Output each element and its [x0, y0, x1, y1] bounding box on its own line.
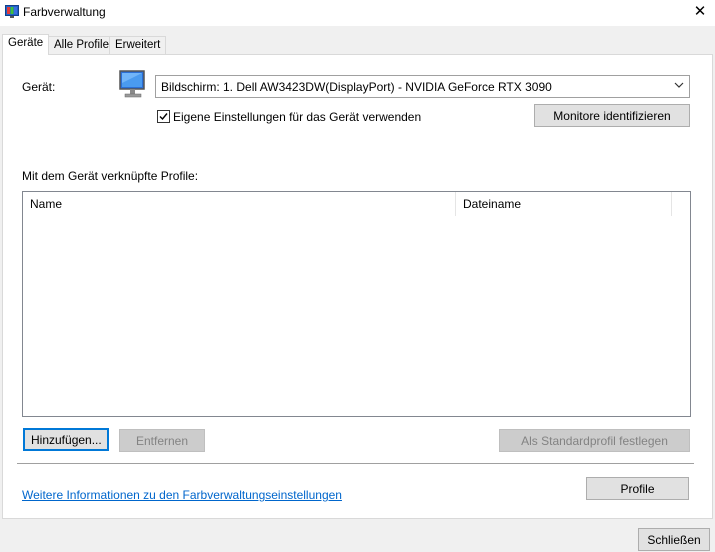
add-profile-button[interactable]: Hinzufügen...: [23, 428, 109, 451]
window-close-button[interactable]: ✕: [685, 0, 715, 26]
device-select[interactable]: Bildschirm: 1. Dell AW3423DW(DisplayPort…: [155, 75, 690, 98]
tab-advanced[interactable]: Erweitert: [109, 36, 167, 54]
identify-monitors-button[interactable]: Monitore identifizieren: [534, 104, 690, 127]
more-info-link[interactable]: Weitere Informationen zu den Farbverwalt…: [22, 488, 342, 502]
monitor-icon: [119, 70, 145, 98]
use-own-settings-label[interactable]: Eigene Einstellungen für das Gerät verwe…: [173, 110, 421, 124]
title-bar: Farbverwaltung ✕: [0, 0, 715, 26]
profiles-button[interactable]: Profile: [586, 477, 689, 500]
checkmark-icon: [159, 113, 168, 121]
column-header-name[interactable]: Name: [23, 192, 456, 216]
remove-profile-button[interactable]: Entfernen: [119, 429, 205, 452]
color-management-app-icon: [5, 5, 19, 18]
profiles-section-label: Mit dem Gerät verknüpfte Profile:: [22, 169, 199, 183]
window-title: Farbverwaltung: [23, 5, 106, 19]
chevron-down-icon: [674, 82, 684, 88]
column-header-filename[interactable]: Dateiname: [456, 192, 672, 216]
tab-devices[interactable]: Geräte: [2, 34, 50, 55]
close-icon: ✕: [693, 3, 707, 20]
use-own-settings-checkbox[interactable]: [157, 110, 170, 123]
device-select-value: Bildschirm: 1. Dell AW3423DW(DisplayPort…: [161, 80, 552, 94]
profiles-list[interactable]: Name Dateiname: [22, 191, 691, 417]
close-dialog-button[interactable]: Schließen: [638, 528, 710, 551]
set-default-profile-button[interactable]: Als Standardprofil festlegen: [499, 429, 690, 452]
device-label: Gerät:: [22, 80, 56, 94]
tab-all-profiles[interactable]: Alle Profile: [48, 36, 115, 54]
separator: [17, 463, 694, 464]
